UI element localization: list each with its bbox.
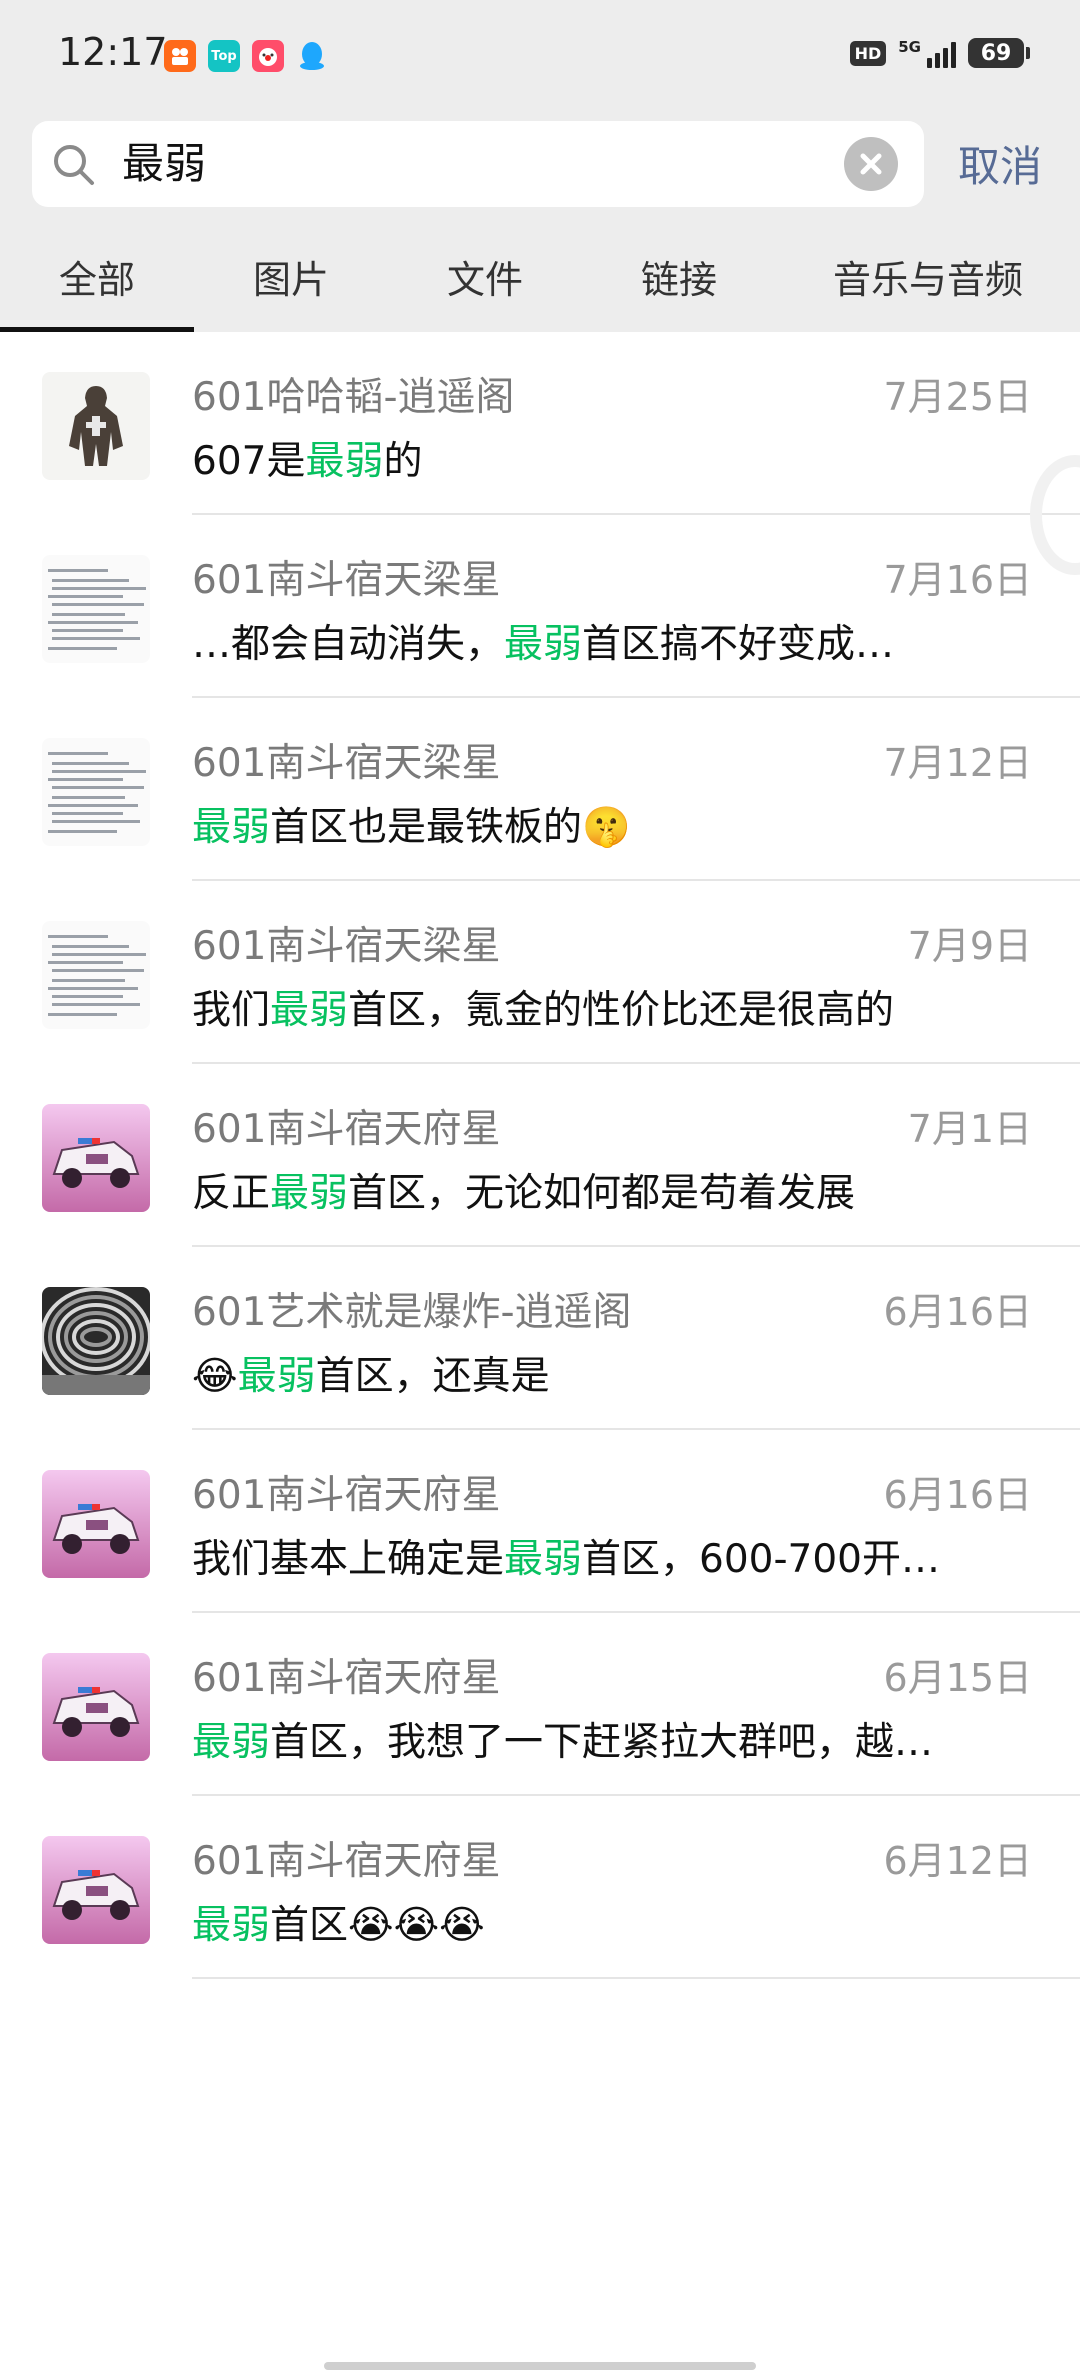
- avatar: [42, 555, 150, 663]
- message-date: 6月15日: [883, 1656, 1032, 1700]
- tab-files[interactable]: 文件: [388, 230, 582, 332]
- result-row[interactable]: 601南斗宿天梁星 7月12日最弱首区也是最铁板的🤫: [0, 698, 1080, 881]
- message-date: 7月1日: [907, 1107, 1032, 1151]
- message-snippet: 我们基本上确定是最弱首区，600-700开…: [192, 1528, 940, 1584]
- search-input[interactable]: [120, 121, 800, 207]
- message-date: 7月12日: [883, 741, 1032, 785]
- message-date: 6月16日: [883, 1290, 1032, 1334]
- snippet-suffix: 首区，我想了一下赶紧拉大群吧，越…: [270, 1720, 934, 1765]
- message-snippet: 607是最弱的: [192, 430, 422, 486]
- notification-icons: Top: [164, 40, 328, 72]
- avatar: [42, 1287, 150, 1395]
- sender-name: 601南斗宿天府星: [192, 1473, 501, 1518]
- divider: [192, 1977, 1080, 1979]
- clown-icon: [252, 40, 284, 72]
- result-row[interactable]: 601哈哈韬-逍遥阁 7月25日 607是最弱的: [0, 332, 1080, 515]
- result-row[interactable]: 601南斗宿天府星 6月12日最弱首区😭😭😭: [0, 1796, 1080, 1979]
- filter-tabs: 全部 图片 文件 链接 音乐与音频: [0, 230, 1080, 332]
- snippet-suffix: 首区，氪金的性价比还是很高的: [348, 988, 895, 1033]
- highlighted-keyword: 最弱: [270, 988, 349, 1033]
- tab-links[interactable]: 链接: [582, 230, 776, 332]
- message-date: 6月12日: [883, 1839, 1032, 1883]
- highlighted-keyword: 最弱: [305, 439, 384, 484]
- sender-name: 601南斗宿天府星: [192, 1107, 501, 1152]
- hd-badge: HD: [849, 40, 887, 66]
- message-snippet: 我们最弱首区，氪金的性价比还是很高的: [192, 979, 894, 1035]
- battery-icon: 69: [968, 38, 1030, 68]
- search-header: 取消: [0, 115, 1080, 230]
- highlighted-keyword: 最弱: [192, 1903, 271, 1948]
- sender-name: 601南斗宿天梁星: [192, 924, 501, 969]
- system-indicators: HD 5G 69: [849, 38, 1030, 68]
- snippet-suffix: 首区，无论如何都是苟着发展: [348, 1171, 856, 1216]
- snippet-suffix: 首区也是最铁板的🤫: [270, 805, 631, 850]
- tab-images[interactable]: 图片: [194, 230, 388, 332]
- snippet-suffix: 的: [383, 439, 423, 484]
- kuaishou-icon: [164, 40, 196, 72]
- highlighted-keyword: 最弱: [192, 1720, 271, 1765]
- home-indicator[interactable]: [324, 2362, 756, 2370]
- result-row[interactable]: 601南斗宿天府星 7月1日反正最弱首区，无论如何都是苟着发展: [0, 1064, 1080, 1247]
- message-snippet: 最弱首区，我想了一下赶紧拉大群吧，越…: [192, 1711, 933, 1767]
- signal-icon: 5G: [898, 38, 956, 68]
- avatar: [42, 1104, 150, 1212]
- tab-all[interactable]: 全部: [0, 230, 194, 332]
- network-type: 5G: [898, 38, 921, 56]
- snippet-prefix: …都会自动消失，: [192, 622, 505, 667]
- message-date: 7月16日: [883, 558, 1032, 602]
- avatar: [42, 921, 150, 1029]
- snippet-prefix: 反正: [192, 1171, 271, 1216]
- status-time: 12:17: [58, 30, 168, 74]
- qq-icon: [296, 40, 328, 72]
- highlighted-keyword: 最弱: [237, 1354, 316, 1399]
- message-snippet: 最弱首区也是最铁板的🤫: [192, 796, 631, 852]
- message-date: 6月16日: [883, 1473, 1032, 1517]
- snippet-suffix: 首区搞不好变成…: [582, 622, 895, 667]
- snippet-suffix: 首区😭😭😭: [270, 1903, 485, 1948]
- result-row[interactable]: 601南斗宿天梁星 7月9日 我们最弱首区，氪金的性价比还是很高的: [0, 881, 1080, 1064]
- avatar: [42, 1470, 150, 1578]
- tab-music-audio[interactable]: 音乐与音频: [776, 230, 1080, 332]
- avatar: [42, 738, 150, 846]
- sender-name: 601南斗宿天府星: [192, 1656, 501, 1701]
- snippet-suffix: 首区，还真是: [315, 1354, 550, 1399]
- result-row[interactable]: 601南斗宿天府星 6月15日最弱首区，我想了一下赶紧拉大群吧，越…: [0, 1613, 1080, 1796]
- message-snippet: 最弱首区😭😭😭: [192, 1894, 485, 1950]
- message-date: 7月25日: [883, 375, 1032, 419]
- result-row[interactable]: 601南斗宿天府星 6月16日我们基本上确定是最弱首区，600-700开…: [0, 1430, 1080, 1613]
- sender-name: 601南斗宿天府星: [192, 1839, 501, 1884]
- avatar: [42, 1836, 150, 1944]
- highlighted-keyword: 最弱: [504, 1537, 583, 1582]
- avatar: [42, 1653, 150, 1761]
- message-snippet: …都会自动消失，最弱首区搞不好变成…: [192, 613, 894, 669]
- highlighted-keyword: 最弱: [192, 805, 271, 850]
- snippet-prefix: 607是: [192, 439, 306, 484]
- snippet-prefix: 我们: [192, 988, 271, 1033]
- clear-icon[interactable]: [844, 137, 898, 191]
- battery-level: 69: [980, 40, 1012, 66]
- highlighted-keyword: 最弱: [504, 622, 583, 667]
- highlighted-keyword: 最弱: [270, 1171, 349, 1216]
- message-snippet: 反正最弱首区，无论如何都是苟着发展: [192, 1162, 855, 1218]
- sender-name: 601艺术就是爆炸-逍遥阁: [192, 1290, 632, 1335]
- search-icon: [54, 145, 94, 185]
- result-row[interactable]: 601艺术就是爆炸-逍遥阁 6月16日 😂最弱首区，还真是: [0, 1247, 1080, 1430]
- snippet-prefix: 😂: [192, 1354, 238, 1399]
- snippet-suffix: 首区，600-700开…: [582, 1537, 940, 1582]
- sender-name: 601南斗宿天梁星: [192, 741, 501, 786]
- sender-name: 601哈哈韬-逍遥阁: [192, 375, 515, 420]
- search-box[interactable]: [32, 121, 924, 207]
- avatar: [42, 372, 150, 480]
- cancel-button[interactable]: 取消: [958, 133, 1042, 194]
- top-icon: Top: [208, 40, 240, 72]
- sender-name: 601南斗宿天梁星: [192, 558, 501, 603]
- result-row[interactable]: 601南斗宿天梁星 7月16日 …都会自动消失，最弱首区搞不好变成…: [0, 515, 1080, 698]
- snippet-prefix: 我们基本上确定是: [192, 1537, 505, 1582]
- message-date: 7月9日: [907, 924, 1032, 968]
- search-results: 601哈哈韬-逍遥阁 7月25日 607是最弱的 601南斗宿天梁星 7月16日 …都会自…: [0, 332, 1080, 1979]
- status-bar: 12:17 Top HD 5G 69: [0, 0, 1080, 115]
- message-snippet: 😂最弱首区，还真是: [192, 1345, 550, 1401]
